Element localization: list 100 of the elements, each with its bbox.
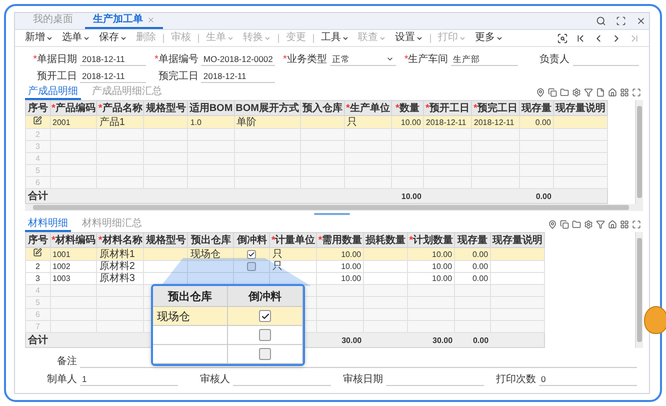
table-cell: 1.0 [190, 118, 202, 126]
field-label: 打印次数 [495, 372, 536, 386]
field-label: 预完工日 [157, 70, 198, 83]
field-label: 审核日期 [342, 372, 383, 386]
table-cell: 原材料2 [99, 261, 135, 272]
row-number: 4 [36, 286, 40, 295]
home-icon[interactable] [608, 220, 617, 229]
column-header: *数量 [391, 100, 424, 116]
input-field[interactable]: 2018-12-11 [201, 70, 275, 83]
checkbox[interactable] [259, 329, 271, 341]
filter-icon[interactable] [584, 88, 593, 97]
toolbar-button[interactable]: 工具 [317, 31, 353, 45]
folder-icon[interactable] [560, 88, 569, 97]
fullscreen-icon[interactable] [632, 88, 641, 97]
folder-icon[interactable] [572, 220, 581, 229]
toolbar-button[interactable]: 设置 [391, 31, 427, 45]
field-label: 备注 [56, 354, 77, 368]
input-field[interactable]: 2018-12-11 [80, 53, 146, 66]
column-header: 现存量说明 [490, 232, 545, 248]
table-cell: 10.00 [341, 250, 362, 258]
toolbar-button[interactable]: 新增 [21, 31, 57, 45]
input-field[interactable]: 2018-12-11 [80, 70, 146, 83]
pin-icon[interactable] [548, 220, 557, 229]
table-cell: 1001 [52, 250, 70, 258]
column-header: *产品名称 [96, 100, 144, 116]
splitter-handle[interactable] [314, 213, 350, 215]
row-number: 6 [36, 178, 40, 187]
row-number: 6 [36, 310, 40, 319]
edit-row-icon[interactable] [33, 248, 42, 257]
horizontal-scrollbar[interactable] [25, 204, 643, 211]
column-header: *预开工日 [423, 100, 472, 116]
file-icon[interactable] [596, 88, 605, 97]
pin-icon[interactable] [536, 88, 545, 97]
table-row[interactable]: 2001 产品1 1.0 单阶 只 10.00 2018-12-11 2018-12-11 0.00 [26, 116, 608, 128]
column-header: *生产单位 [344, 100, 392, 116]
page-tab[interactable]: 生产加工单 [85, 13, 163, 29]
select-field[interactable]: 正常 [330, 53, 396, 66]
table-cell: 1002 [52, 262, 70, 271]
first-icon[interactable] [575, 32, 586, 44]
table-cell: 只 [347, 116, 357, 128]
row-number: 2 [36, 130, 40, 139]
grid-icon[interactable] [620, 220, 629, 229]
input-field[interactable]: 0 [539, 373, 637, 386]
checkbox[interactable] [247, 262, 256, 272]
table-cell: 10.00 [432, 274, 452, 283]
table-cell: 原材料3 [99, 273, 135, 284]
vertical-scrollbar[interactable] [635, 232, 643, 348]
table-cell: 单阶 [236, 116, 257, 128]
filter-icon[interactable] [596, 220, 605, 229]
row-number: 3 [36, 142, 40, 151]
copy-icon[interactable] [548, 88, 557, 97]
gear-icon[interactable] [572, 88, 581, 97]
row-number: 5 [36, 166, 40, 175]
table-cell: 现场仓 [153, 307, 228, 326]
copy-icon[interactable] [560, 220, 569, 229]
toolbar-button[interactable]: 选单 [58, 31, 94, 45]
row-number: 7 [36, 322, 40, 331]
input-field[interactable]: MO-2018-12-0002 [201, 53, 275, 66]
checkbox[interactable] [259, 348, 271, 360]
table-cell: 10.00 [432, 262, 452, 271]
total-label: 合计 [28, 191, 48, 202]
row-number: 4 [36, 154, 40, 163]
home-icon[interactable] [608, 88, 617, 97]
column-header: 倒冲料 [234, 232, 270, 248]
close-icon[interactable] [636, 16, 646, 26]
edit-row-icon[interactable] [33, 116, 42, 125]
gear-icon[interactable] [584, 220, 593, 229]
table-cell: 0.00 [472, 274, 488, 283]
column-header: BOM展开方式 [234, 100, 300, 116]
table-cell: 1003 [52, 274, 70, 283]
field-label: 制单人 [46, 372, 77, 386]
search-icon[interactable] [596, 16, 606, 26]
column-header: *材料编码 [50, 232, 97, 248]
field-label: 审核人 [199, 372, 230, 386]
column-header: *计量单位 [270, 232, 317, 248]
checkbox[interactable] [247, 250, 256, 259]
column-header: *需用数量 [316, 232, 364, 248]
fullscreen-icon[interactable] [616, 16, 626, 26]
column-header: *预完工日 [471, 100, 520, 116]
table-row[interactable]: 3 1003 原材料3 10.00 10.00 0.00 [26, 272, 545, 284]
checkbox[interactable] [259, 310, 271, 322]
column-header: 预出仓库 [188, 232, 234, 248]
table-row[interactable]: 1001 原材料1 现场仓 只 10.00 10.00 0.00 [26, 248, 545, 260]
table-cell: 0.00 [472, 250, 488, 258]
table-row[interactable]: 2 1002 原材料2 只 10.00 10.00 0.00 [26, 260, 545, 272]
column-header: *计划数量 [408, 232, 455, 248]
fullscreen-icon[interactable] [632, 220, 641, 229]
vertical-scrollbar[interactable] [635, 100, 643, 204]
field-label: 预开工日 [36, 70, 77, 83]
input-field[interactable]: 1 [80, 373, 178, 386]
toolbar-button[interactable]: 更多 [471, 31, 507, 45]
table-cell: 2018-12-11 [426, 118, 466, 126]
toolbar-button[interactable]: 保存 [95, 31, 131, 45]
grid-icon[interactable] [620, 88, 629, 97]
total-label: 合计 [28, 335, 48, 346]
input-field[interactable]: 生产部 [451, 53, 518, 66]
document-search-icon[interactable] [557, 32, 568, 44]
column-header: 适用BOM [188, 100, 234, 116]
total-value: 30.00 [432, 336, 453, 344]
field-label: *单据编号 [153, 52, 198, 66]
